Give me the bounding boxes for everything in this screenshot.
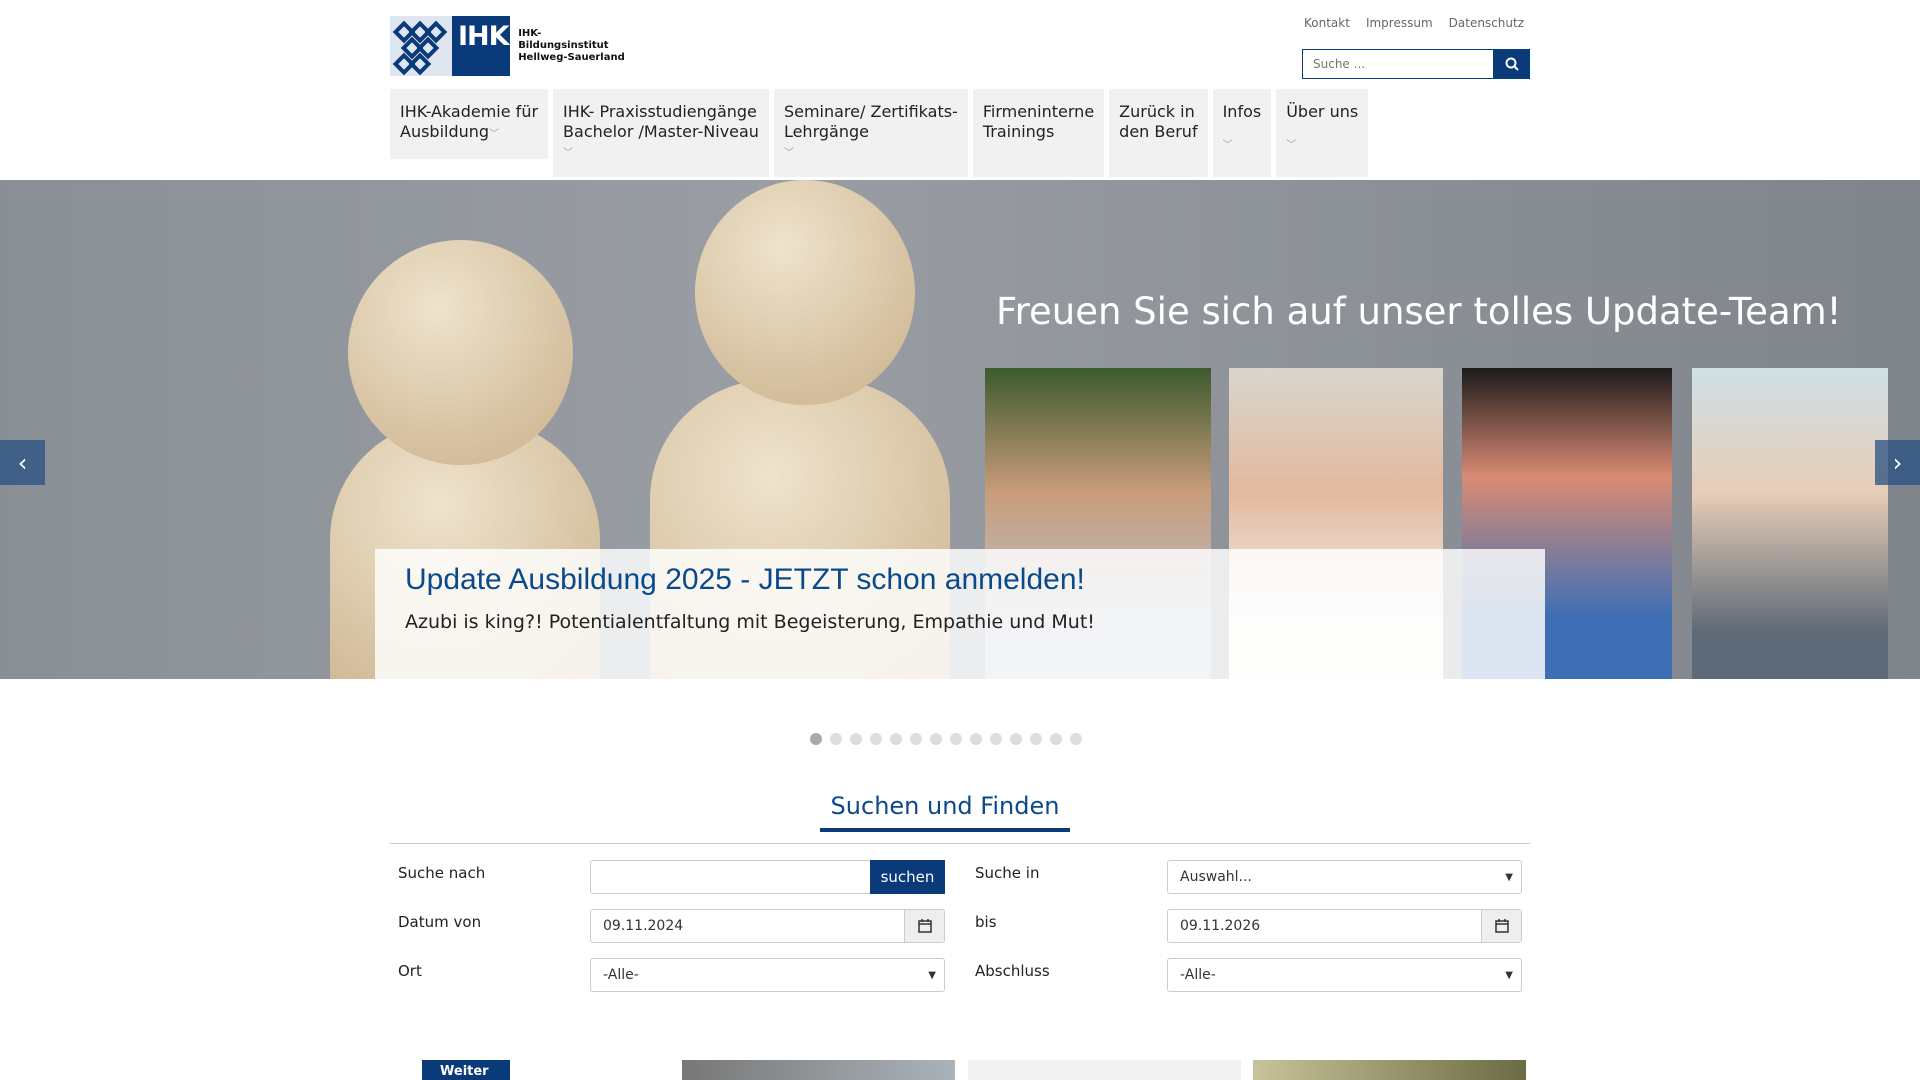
logo-line2: Hellweg-Sauerland bbox=[518, 52, 625, 63]
hero-figure bbox=[695, 180, 915, 405]
chevron-down-icon: ▼ bbox=[1505, 969, 1513, 981]
nav-item-infos[interactable]: Infos ﹀ bbox=[1212, 89, 1272, 177]
slider-dot[interactable] bbox=[870, 733, 882, 745]
chevron-down-icon: ﹀ bbox=[563, 148, 574, 159]
chevron-right-icon: › bbox=[1892, 448, 1903, 477]
suchen-button[interactable]: suchen bbox=[870, 860, 945, 894]
select-value: Auswahl... bbox=[1180, 869, 1252, 885]
chevron-down-icon: ﹀ bbox=[1286, 140, 1297, 151]
slider-dot[interactable] bbox=[910, 733, 922, 745]
nav-label: Zurück in bbox=[1119, 102, 1195, 121]
nav-label: Über uns bbox=[1286, 102, 1359, 121]
topnav-impressum[interactable]: Impressum bbox=[1366, 16, 1433, 30]
slider-dot[interactable] bbox=[1070, 733, 1082, 745]
nav-label: Ausbildung bbox=[400, 122, 490, 141]
slider-dot[interactable] bbox=[950, 733, 962, 745]
nav-item-ueber-uns[interactable]: Über uns ﹀ bbox=[1276, 89, 1369, 177]
slider-next-button[interactable]: › bbox=[1875, 440, 1920, 485]
site-logo[interactable]: IHK IHK-Bildungsinstitut Hellweg-Sauerla… bbox=[390, 16, 630, 76]
slider-dot[interactable] bbox=[990, 733, 1002, 745]
nav-label: Infos bbox=[1222, 102, 1262, 121]
select-value: -Alle- bbox=[603, 967, 639, 983]
slider-dot[interactable] bbox=[1050, 733, 1062, 745]
chevron-down-icon: ﹀ bbox=[783, 148, 794, 159]
teaser-card[interactable]: Weiter bbox=[422, 1060, 510, 1080]
caption-text: Azubi is king?! Potentialentfaltung mit … bbox=[405, 611, 1095, 633]
suche-nach-input[interactable] bbox=[590, 860, 872, 894]
nav-label: IHK-Akademie für bbox=[400, 102, 539, 121]
slider-dots bbox=[810, 733, 1082, 745]
nav-label: Firmeninterne bbox=[982, 102, 1095, 121]
abschluss-select[interactable]: -Alle- ▼ bbox=[1167, 958, 1522, 992]
nav-label: Seminare/ Zertifikats- bbox=[783, 102, 958, 121]
divider bbox=[390, 843, 1530, 844]
nav-label: Bachelor /Master-Niveau bbox=[563, 122, 759, 141]
nav-label: Trainings bbox=[982, 122, 1055, 141]
hero-slider: Freuen Sie sich auf unser tolles Update-… bbox=[0, 180, 1920, 679]
label-datum-von: Datum von bbox=[398, 913, 482, 931]
logo-line1: IHK-Bildungsinstitut bbox=[518, 28, 609, 51]
hero-figure bbox=[348, 240, 573, 465]
main-nav: IHK-Akademie für Ausbildung﹀ IHK- Praxis… bbox=[390, 89, 1369, 177]
nav-label: Lehrgänge bbox=[783, 122, 869, 141]
datum-von-field[interactable]: 09.11.2024 bbox=[590, 909, 945, 943]
date-value: 09.11.2026 bbox=[1180, 918, 1261, 934]
nav-label: IHK- Praxisstudiengänge bbox=[563, 102, 757, 121]
ort-select[interactable]: -Alle- ▼ bbox=[590, 958, 945, 992]
section-title: Suchen und Finden bbox=[820, 792, 1070, 832]
chevron-down-icon: ▼ bbox=[1505, 871, 1513, 883]
search-input[interactable] bbox=[1302, 49, 1494, 79]
logo-ihk-text: IHK bbox=[458, 21, 510, 52]
nav-item-seminare[interactable]: Seminare/ Zertifikats- Lehrgänge ﹀ bbox=[773, 89, 968, 177]
label-bis: bis bbox=[975, 913, 997, 931]
chevron-left-icon: ‹ bbox=[17, 448, 28, 477]
calendar-icon[interactable] bbox=[904, 910, 944, 942]
caption-title: Update Ausbildung 2025 - JETZT schon anm… bbox=[405, 563, 1085, 596]
slider-dot[interactable] bbox=[890, 733, 902, 745]
logo-mark: IHK bbox=[390, 16, 511, 76]
logo-pattern-icon bbox=[390, 16, 452, 76]
slider-prev-button[interactable]: ‹ bbox=[0, 440, 45, 485]
slider-dot[interactable] bbox=[830, 733, 842, 745]
search-button[interactable] bbox=[1494, 49, 1530, 79]
slider-dot[interactable] bbox=[970, 733, 982, 745]
label-suche-in: Suche in bbox=[975, 864, 1040, 882]
slider-dot[interactable] bbox=[1030, 733, 1042, 745]
topnav-datenschutz[interactable]: Datenschutz bbox=[1449, 16, 1524, 30]
team-photo bbox=[1692, 368, 1888, 679]
logo-subtitle: IHK-Bildungsinstitut Hellweg-Sauerland bbox=[518, 28, 630, 64]
label-ort: Ort bbox=[398, 962, 422, 980]
label-abschluss: Abschluss bbox=[975, 962, 1050, 980]
teaser-card[interactable] bbox=[682, 1060, 955, 1080]
datum-bis-field[interactable]: 09.11.2026 bbox=[1167, 909, 1522, 943]
nav-item-praxisstudiengaenge[interactable]: IHK- Praxisstudiengänge Bachelor /Master… bbox=[553, 89, 769, 177]
select-value: -Alle- bbox=[1180, 967, 1216, 983]
calendar-icon[interactable] bbox=[1481, 910, 1521, 942]
nav-label: den Beruf bbox=[1119, 122, 1198, 141]
chevron-down-icon: ﹀ bbox=[1222, 140, 1233, 151]
slider-dot[interactable] bbox=[850, 733, 862, 745]
topnav-kontakt[interactable]: Kontakt bbox=[1304, 16, 1350, 30]
hero-caption[interactable]: Update Ausbildung 2025 - JETZT schon anm… bbox=[375, 549, 1545, 679]
suche-in-select[interactable]: Auswahl... ▼ bbox=[1167, 860, 1522, 894]
top-nav: Kontakt Impressum Datenschutz bbox=[1304, 16, 1524, 30]
date-value: 09.11.2024 bbox=[603, 918, 684, 934]
site-search bbox=[1302, 49, 1530, 79]
chevron-down-icon: ▼ bbox=[928, 969, 936, 981]
hero-title: Freuen Sie sich auf unser tolles Update-… bbox=[996, 290, 1842, 333]
nav-item-zurueck[interactable]: Zurück in den Beruf bbox=[1109, 89, 1208, 177]
search-icon bbox=[1505, 57, 1519, 71]
teaser-card[interactable] bbox=[968, 1060, 1241, 1080]
nav-item-firmeninterne[interactable]: Firmeninterne Trainings bbox=[972, 89, 1105, 177]
slider-dot[interactable] bbox=[930, 733, 942, 745]
chevron-down-icon: ﹀ bbox=[489, 129, 500, 140]
slider-dot[interactable] bbox=[810, 733, 822, 745]
teaser-card[interactable] bbox=[1253, 1060, 1526, 1080]
slider-dot[interactable] bbox=[1010, 733, 1022, 745]
nav-item-akademie[interactable]: IHK-Akademie für Ausbildung﹀ bbox=[390, 89, 549, 159]
label-suche-nach: Suche nach bbox=[398, 864, 486, 882]
